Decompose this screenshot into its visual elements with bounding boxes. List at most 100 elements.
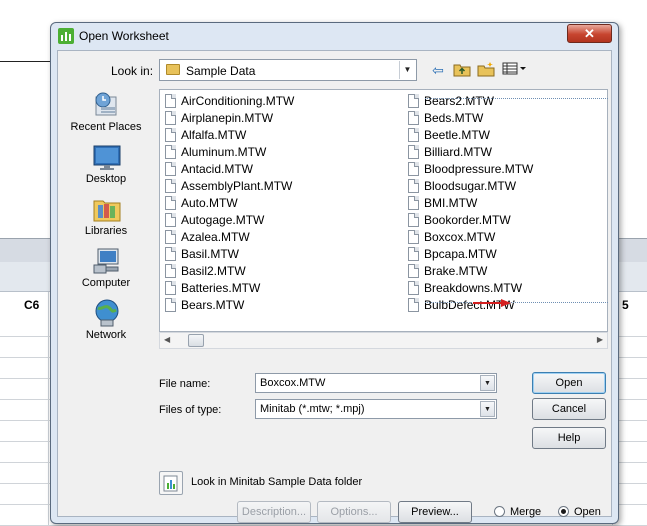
file-item[interactable]: Bears.MTW	[165, 297, 365, 314]
file-list[interactable]: AirConditioning.MTW Airplanepin.MTW Alfalf…	[159, 89, 608, 332]
description-button[interactable]: Description...	[237, 501, 311, 523]
place-recent-places[interactable]: Recent Places	[62, 91, 150, 143]
open-radio-label[interactable]: Open	[574, 506, 601, 518]
document-icon	[408, 111, 419, 125]
file-name-text: Billiard.MTW	[424, 145, 492, 159]
file-item[interactable]: Breakdowns.MTW	[408, 280, 608, 297]
document-icon	[408, 213, 419, 227]
document-icon	[408, 281, 419, 295]
document-icon	[165, 213, 176, 227]
open-radio[interactable]	[558, 506, 569, 517]
merge-radio-label[interactable]: Merge	[510, 506, 541, 518]
file-item[interactable]: Auto.MTW	[165, 195, 365, 212]
file-name-text: Brake.MTW	[424, 264, 488, 278]
file-name-text: Autogage.MTW	[181, 213, 265, 227]
recent-places-icon	[92, 91, 122, 119]
place-label: Computer	[81, 277, 131, 289]
selection-dotted-line	[425, 302, 608, 303]
file-item[interactable]: Beetle.MTW	[408, 127, 608, 144]
file-item[interactable]: Batteries.MTW	[165, 280, 365, 297]
look-in-value: Sample Data	[186, 64, 256, 78]
document-icon	[165, 264, 176, 278]
file-name-text: Beetle.MTW	[424, 128, 491, 142]
file-item[interactable]: AssemblyPlant.MTW	[165, 178, 365, 195]
look-in-combo[interactable]: Sample Data ▼	[159, 59, 417, 81]
file-item[interactable]: Boxcox.MTW	[408, 229, 608, 246]
cancel-button[interactable]: Cancel	[532, 398, 606, 420]
new-folder-icon[interactable]	[477, 61, 495, 79]
file-item[interactable]: Aluminum.MTW	[165, 144, 365, 161]
place-desktop[interactable]: Desktop	[62, 143, 150, 195]
file-name-text: Beds.MTW	[424, 111, 484, 125]
document-icon	[408, 162, 419, 176]
place-label: Network	[85, 329, 127, 341]
file-item[interactable]: Basil.MTW	[165, 246, 365, 263]
scroll-left-icon[interactable]: ◀	[164, 335, 170, 344]
dialog-titlebar[interactable]: Open Worksheet ✕	[51, 23, 618, 49]
file-item[interactable]: Bears2.MTW	[408, 93, 608, 110]
back-icon[interactable]: ⇦	[429, 61, 447, 79]
open-button[interactable]: Open	[532, 372, 606, 394]
file-name-text: Batteries.MTW	[181, 281, 261, 295]
red-arrow-icon	[473, 299, 511, 307]
file-item[interactable]: AirConditioning.MTW	[165, 93, 365, 110]
file-item[interactable]: Billiard.MTW	[408, 144, 608, 161]
column-header-partial[interactable]: 5	[622, 298, 629, 312]
file-item[interactable]: Bookorder.MTW	[408, 212, 608, 229]
help-button[interactable]: Help	[532, 427, 606, 449]
file-item[interactable]: Autogage.MTW	[165, 212, 365, 229]
file-item[interactable]: Alfalfa.MTW	[165, 127, 365, 144]
place-network[interactable]: Network	[62, 299, 150, 351]
file-item[interactable]: Basil2.MTW	[165, 263, 365, 280]
file-name-text: Bpcapa.MTW	[424, 247, 497, 261]
place-computer[interactable]: Computer	[62, 247, 150, 299]
sample-data-folder-label[interactable]: Look in Minitab Sample Data folder	[191, 476, 362, 488]
document-icon	[165, 298, 176, 312]
document-icon	[408, 94, 419, 108]
sample-data-folder-icon[interactable]	[159, 471, 183, 495]
place-label: Desktop	[85, 173, 127, 185]
up-folder-icon[interactable]	[453, 61, 471, 79]
place-libraries[interactable]: Libraries	[62, 195, 150, 247]
document-icon	[408, 145, 419, 159]
file-item[interactable]: Bloodsugar.MTW	[408, 178, 608, 195]
close-button[interactable]: ✕	[567, 24, 612, 43]
document-icon	[408, 264, 419, 278]
files-of-type-value: Minitab (*.mtw; *.mpj)	[260, 403, 365, 415]
file-name-text: Azalea.MTW	[181, 230, 250, 244]
document-icon	[408, 247, 419, 261]
view-menu-icon[interactable]	[502, 61, 528, 79]
options-button[interactable]: Options...	[317, 501, 391, 523]
file-item[interactable]: Beds.MTW	[408, 110, 608, 127]
file-item[interactable]: Azalea.MTW	[165, 229, 365, 246]
file-name-text: Alfalfa.MTW	[181, 128, 247, 142]
document-icon	[165, 111, 176, 125]
file-name-field[interactable]: Boxcox.MTW ▼	[255, 373, 497, 393]
files-of-type-select[interactable]: Minitab (*.mtw; *.mpj) ▼	[255, 399, 497, 419]
merge-radio[interactable]	[494, 506, 505, 517]
document-icon	[165, 247, 176, 261]
column-header-c6[interactable]: C6	[24, 298, 39, 312]
file-item[interactable]: Antacid.MTW	[165, 161, 365, 178]
file-item[interactable]: BMI.MTW	[408, 195, 608, 212]
document-icon	[408, 298, 419, 312]
chevron-down-icon[interactable]: ▼	[480, 375, 495, 391]
scroll-right-icon[interactable]: ▶	[597, 335, 603, 344]
file-item[interactable]: Bloodpressure.MTW	[408, 161, 608, 178]
scrollbar-thumb[interactable]	[188, 334, 204, 347]
chevron-down-icon[interactable]: ▼	[480, 401, 495, 417]
file-item[interactable]: Bpcapa.MTW	[408, 246, 608, 263]
chevron-down-icon[interactable]: ▼	[399, 61, 415, 79]
document-icon	[165, 162, 176, 176]
preview-button[interactable]: Preview...	[398, 501, 472, 523]
file-name-label: File name:	[159, 378, 211, 390]
file-item[interactable]: Brake.MTW	[408, 263, 608, 280]
file-name-text: Auto.MTW	[181, 196, 238, 210]
file-name-text: Bloodpressure.MTW	[424, 162, 534, 176]
computer-icon	[92, 247, 122, 275]
place-label: Recent Places	[70, 121, 142, 133]
horizontal-scrollbar[interactable]: ◀ ▶	[159, 332, 608, 349]
minitab-app-icon	[58, 28, 74, 44]
document-icon	[165, 128, 176, 142]
file-item[interactable]: Airplanepin.MTW	[165, 110, 365, 127]
